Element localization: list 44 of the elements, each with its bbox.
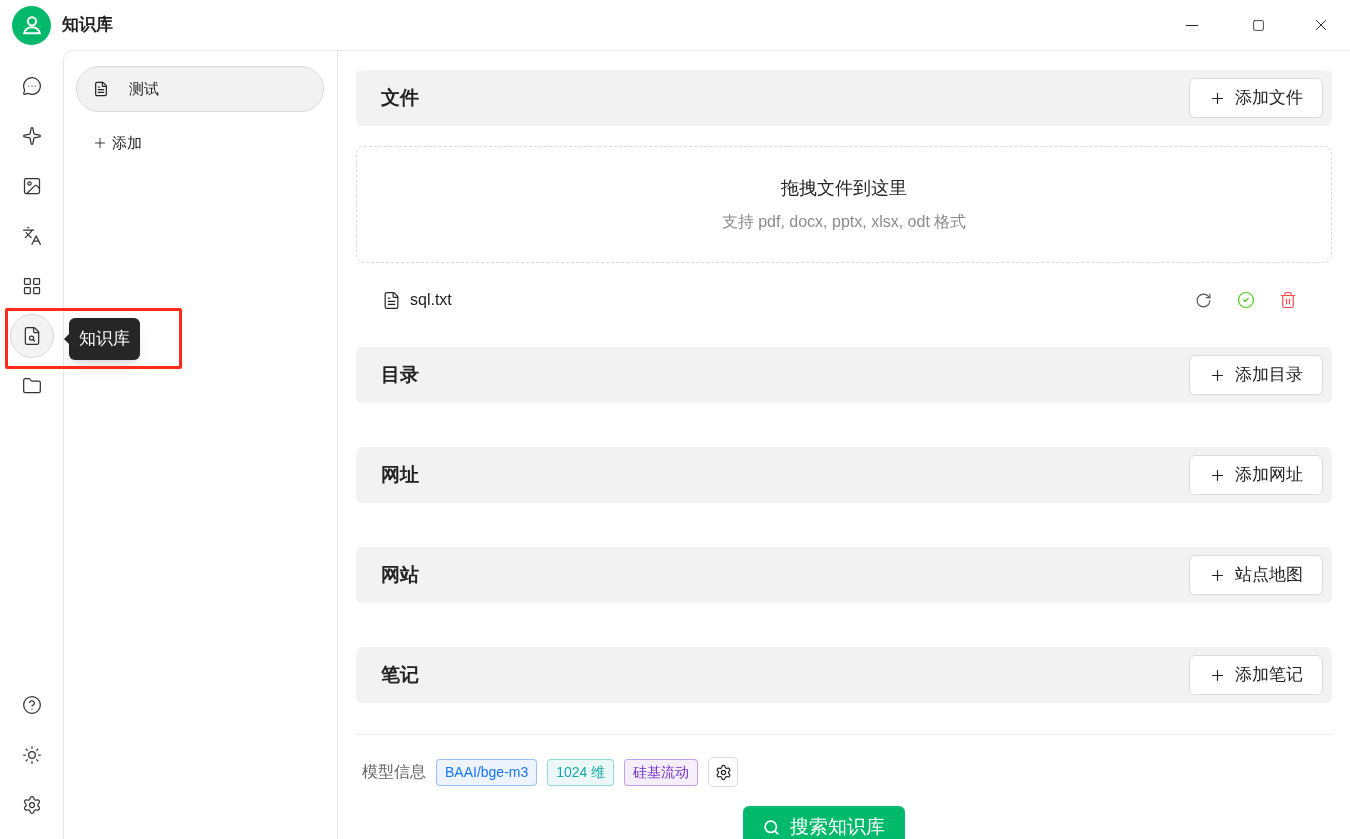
knowledge-base-item[interactable]: 测试 [76,66,324,112]
settings-icon [21,795,42,815]
add-knowledge-button[interactable]: 添加 [92,132,142,155]
file-drop-zone[interactable]: 拖拽文件到这里 支持 pdf, docx, pptx, xlsx, odt 格式 [356,146,1332,263]
sidebar-nav-button[interactable] [9,314,54,358]
document-icon [93,81,109,97]
maximize-icon [1252,18,1265,32]
translate-icon [21,226,42,246]
image-icon [21,176,42,196]
delete-icon[interactable] [1279,291,1297,309]
section-title: 网址 [381,462,419,487]
chat-icon [21,76,42,96]
refresh-icon[interactable] [1195,291,1212,309]
model-tag: BAAI/bge-m3 [436,758,538,786]
add-button[interactable]: 添加网址 [1189,455,1323,495]
model-tag: 硅基流动 [624,758,699,786]
model-info-label: 模型信息 [362,762,426,782]
grid-icon [21,276,42,296]
folder-icon [21,376,42,396]
drop-zone-title: 拖拽文件到这里 [781,177,907,200]
section-title: 文件 [381,85,419,110]
section-title: 笔记 [381,662,419,687]
tooltip: 知识库 [69,318,140,360]
minimize-icon [1185,24,1198,26]
settings-icon [714,763,732,781]
sun-icon [21,745,42,765]
add-button[interactable]: 添加文件 [1189,78,1323,118]
user-icon [20,14,43,36]
add-button[interactable]: 站点地图 [1189,555,1323,595]
window-title: 知识库 [62,14,113,37]
sparkle-icon [21,126,42,146]
help-icon [21,695,42,715]
add-button[interactable]: 添加目录 [1189,355,1323,395]
file-name: sql.txt [410,290,452,310]
document-icon [382,290,401,310]
user-avatar[interactable] [12,5,51,45]
search-icon [763,819,780,836]
tooltip-pointer [64,334,69,344]
section-title: 目录 [381,362,419,387]
settings-button[interactable] [708,757,739,787]
add-button[interactable]: 添加笔记 [1189,655,1323,695]
section-title: 网站 [381,562,419,587]
model-tag: 1024 维 [547,758,615,786]
drop-zone-hint: 支持 pdf, docx, pptx, xlsx, odt 格式 [721,212,967,232]
